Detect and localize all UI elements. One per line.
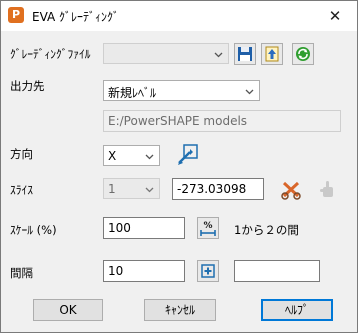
output-path-field: E:/PowerSHAPE models <box>103 110 341 132</box>
title-bar: P EVA ｸﾞﾚｰﾃﾞｨﾝｸﾞ ✕ <box>1 1 357 31</box>
grading-file-dropdown[interactable] <box>103 43 229 64</box>
chevron-down-icon <box>145 187 154 193</box>
scale-label: ｽｹｰﾙ (%) <box>10 223 57 237</box>
scale-range-text: 1から２の間 <box>234 223 299 237</box>
floppy-disk-icon <box>238 47 252 61</box>
slice-position-field[interactable]: -273.03098 <box>172 178 264 200</box>
output-dropdown[interactable]: 新規ﾚﾍﾞﾙ <box>103 80 260 101</box>
direction-value: X <box>108 149 117 163</box>
pick-slice-button[interactable] <box>316 178 339 201</box>
refresh-icon <box>296 47 310 61</box>
output-label: 出力先 <box>10 79 45 93</box>
dialog-window: P EVA ｸﾞﾚｰﾃﾞｨﾝｸﾞ ✕ ｸﾞﾚｰﾃﾞｨﾝｸﾞﾌｧｲﾙ 出力先 新規… <box>0 0 358 333</box>
upload-file-icon <box>265 46 279 62</box>
cut-slice-icon <box>281 181 301 200</box>
interval-label: 間隔 <box>10 266 33 280</box>
save-file-button[interactable] <box>234 43 256 65</box>
app-icon: P <box>8 7 24 23</box>
ok-button[interactable]: OK <box>33 299 103 321</box>
close-button[interactable]: ✕ <box>313 1 357 31</box>
scale-field[interactable]: 100 <box>103 217 185 239</box>
open-file-button[interactable] <box>261 43 283 65</box>
interval-field[interactable]: 10 <box>103 260 185 282</box>
add-icon <box>201 264 215 278</box>
add-interval-button[interactable] <box>197 260 219 282</box>
percent-ruler-icon: % <box>200 221 216 236</box>
chevron-down-icon <box>245 89 254 95</box>
interval-secondary-field[interactable] <box>234 260 320 282</box>
chevron-down-icon <box>214 52 223 58</box>
chevron-down-icon <box>145 154 154 160</box>
slice-value: 1 <box>108 182 116 196</box>
slice-dropdown[interactable]: 1 <box>103 178 160 199</box>
scale-percent-button[interactable]: % <box>197 217 219 239</box>
cancel-button[interactable]: ｷｬﾝｾﾙ <box>144 299 216 321</box>
cut-slice-button[interactable] <box>280 178 303 201</box>
slice-label: ｽﾗｲｽ <box>10 183 33 197</box>
direction-label: 方向 <box>10 147 33 161</box>
output-value: 新規ﾚﾍﾞﾙ <box>108 86 157 100</box>
pointer-hand-icon <box>320 181 333 197</box>
grading-file-label: ｸﾞﾚｰﾃﾞｨﾝｸﾞﾌｧｲﾙ <box>10 47 91 61</box>
reset-button[interactable] <box>292 43 314 65</box>
pick-direction-button[interactable] <box>175 142 201 168</box>
svg-text:%: % <box>203 221 212 231</box>
direction-dropdown[interactable]: X <box>103 145 160 166</box>
pick-arrow-icon <box>178 144 198 165</box>
window-title: EVA ｸﾞﾚｰﾃﾞｨﾝｸﾞ <box>32 10 120 24</box>
help-button[interactable]: ﾍﾙﾌﾟ <box>261 299 333 321</box>
